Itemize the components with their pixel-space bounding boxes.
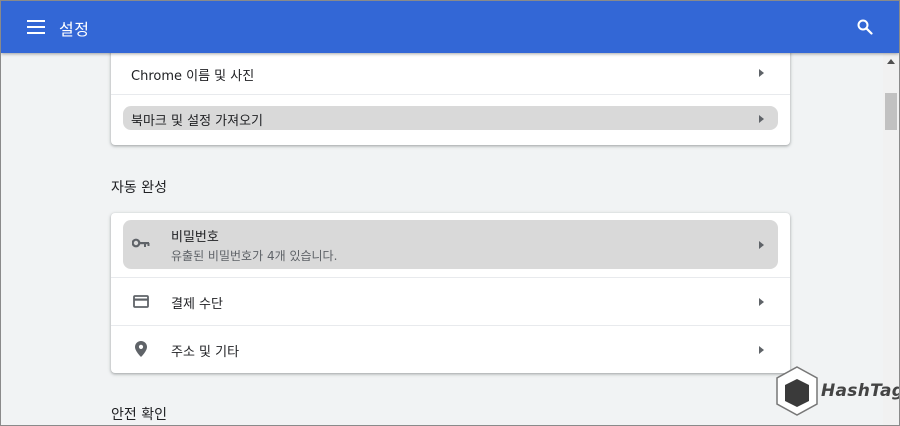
page-title: 설정: [59, 20, 90, 39]
passwords-row[interactable]: 비밀번호 유출된 비밀번호가 4개 있습니다.: [111, 213, 790, 277]
watermark-text: HashTag: [821, 381, 900, 401]
addresses-row[interactable]: 주소 및 기타: [111, 325, 790, 373]
settings-window: 설정 Chrome 이름 및 사진 북마크 및 설정 가져오기 자동 완성 비밀…: [0, 0, 900, 426]
row-label: Chrome 이름 및 사진: [131, 69, 255, 84]
key-icon: [132, 238, 150, 248]
credit-card-icon: [133, 295, 149, 308]
chevron-right-icon: [759, 346, 764, 354]
search-icon: [857, 19, 873, 35]
chevron-right-icon: [759, 241, 764, 249]
row-label: 북마크 및 설정 가져오기: [131, 114, 263, 129]
scrollbar-thumb[interactable]: [885, 93, 897, 130]
autofill-card: 비밀번호 유출된 비밀번호가 4개 있습니다. 결제 수단 주소 및 기타: [111, 213, 790, 373]
payment-methods-row[interactable]: 결제 수단: [111, 277, 790, 325]
chevron-right-icon: [759, 298, 764, 306]
settings-content: Chrome 이름 및 사진 북마크 및 설정 가져오기 자동 완성 비밀번호: [1, 53, 883, 425]
search-button[interactable]: [853, 15, 877, 39]
hashtag-logo-icon: [776, 366, 818, 416]
row-label: 비밀번호: [171, 230, 219, 245]
scroll-up-arrow-icon[interactable]: [887, 59, 895, 64]
main-menu-button[interactable]: [23, 15, 49, 39]
hamburger-menu-icon: [27, 20, 45, 34]
chrome-name-photo-row[interactable]: Chrome 이름 및 사진: [111, 53, 790, 94]
location-pin-icon: [135, 341, 147, 357]
row-label: 주소 및 기타: [171, 345, 240, 360]
import-bookmarks-settings-row[interactable]: 북마크 및 설정 가져오기: [111, 94, 790, 145]
autofill-section-title: 자동 완성: [111, 180, 167, 196]
safety-check-section-title: 안전 확인: [111, 407, 167, 423]
chevron-right-icon: [759, 115, 764, 123]
top-toolbar: 설정: [1, 1, 899, 53]
you-and-google-card: Chrome 이름 및 사진 북마크 및 설정 가져오기: [111, 53, 790, 145]
chevron-right-icon: [759, 69, 764, 77]
row-sublabel: 유출된 비밀번호가 4개 있습니다.: [171, 249, 338, 263]
hashtag-watermark: HashTag: [773, 363, 899, 423]
row-label: 결제 수단: [171, 297, 223, 312]
